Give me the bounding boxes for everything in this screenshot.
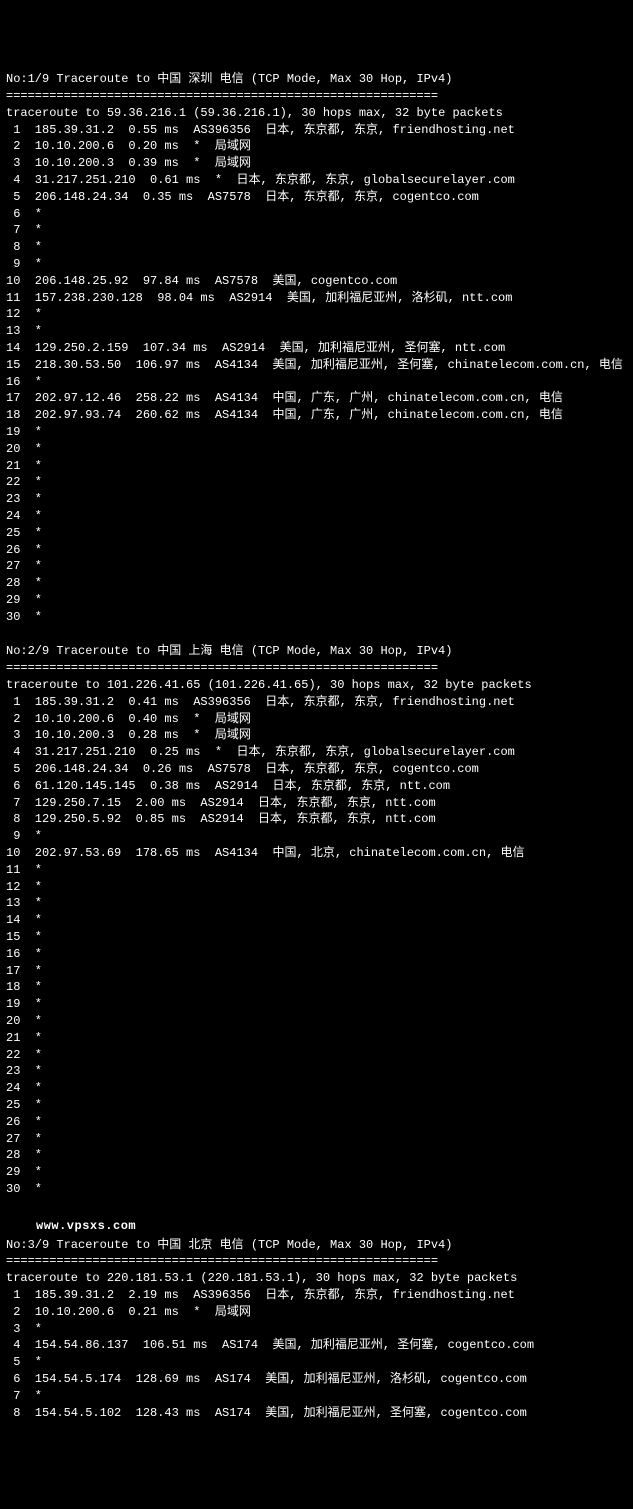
traceroute-hop: 7 * <box>6 1388 627 1405</box>
traceroute-hop: 21 * <box>6 458 627 475</box>
traceroute-hop: 14 129.250.2.159 107.34 ms AS2914 美国, 加利… <box>6 340 627 357</box>
traceroute-hop: 12 * <box>6 306 627 323</box>
traceroute-hop: 8 154.54.5.102 128.43 ms AS174 美国, 加利福尼亚… <box>6 1405 627 1422</box>
watermark: www.vpsxs.com <box>36 1218 627 1235</box>
traceroute-hop: 18 * <box>6 979 627 996</box>
traceroute-divider: ========================================… <box>6 1253 627 1270</box>
traceroute-hop: 6 * <box>6 206 627 223</box>
traceroute-hop: 10 206.148.25.92 97.84 ms AS7578 美国, cog… <box>6 273 627 290</box>
traceroute-hop: 21 * <box>6 1030 627 1047</box>
traceroute-hop: 1 185.39.31.2 0.41 ms AS396356 日本, 东京都, … <box>6 694 627 711</box>
traceroute-hop: 26 * <box>6 1114 627 1131</box>
traceroute-hop: 20 * <box>6 441 627 458</box>
traceroute-hop: 8 129.250.5.92 0.85 ms AS2914 日本, 东京都, 东… <box>6 811 627 828</box>
traceroute-hop: 16 * <box>6 374 627 391</box>
traceroute-hop: 29 * <box>6 592 627 609</box>
traceroute-hop: 24 * <box>6 508 627 525</box>
traceroute-hop: 4 31.217.251.210 0.61 ms * 日本, 东京都, 东京, … <box>6 172 627 189</box>
traceroute-hop: 6 154.54.5.174 128.69 ms AS174 美国, 加利福尼亚… <box>6 1371 627 1388</box>
traceroute-hop: 8 * <box>6 239 627 256</box>
traceroute-hop: 22 * <box>6 1047 627 1064</box>
traceroute-hop: 9 * <box>6 828 627 845</box>
traceroute-header: No:1/9 Traceroute to 中国 深圳 电信 (TCP Mode,… <box>6 71 627 88</box>
traceroute-hop: 3 10.10.200.3 0.28 ms * 局域网 <box>6 727 627 744</box>
traceroute-hop: 2 10.10.200.6 0.21 ms * 局域网 <box>6 1304 627 1321</box>
traceroute-hop: 13 * <box>6 895 627 912</box>
traceroute-subheader: traceroute to 59.36.216.1 (59.36.216.1),… <box>6 105 627 122</box>
traceroute-header: No:3/9 Traceroute to 中国 北京 电信 (TCP Mode,… <box>6 1237 627 1254</box>
traceroute-subheader: traceroute to 220.181.53.1 (220.181.53.1… <box>6 1270 627 1287</box>
traceroute-hop: 5 * <box>6 1354 627 1371</box>
traceroute-hop: 28 * <box>6 575 627 592</box>
traceroute-hop: 26 * <box>6 542 627 559</box>
block-spacer <box>6 1198 627 1216</box>
traceroute-hop: 18 202.97.93.74 260.62 ms AS4134 中国, 广东,… <box>6 407 627 424</box>
traceroute-hop: 1 185.39.31.2 2.19 ms AS396356 日本, 东京都, … <box>6 1287 627 1304</box>
traceroute-hop: 25 * <box>6 525 627 542</box>
traceroute-divider: ========================================… <box>6 660 627 677</box>
traceroute-hop: 20 * <box>6 1013 627 1030</box>
traceroute-hop: 23 * <box>6 1063 627 1080</box>
traceroute-hop: 3 10.10.200.3 0.39 ms * 局域网 <box>6 155 627 172</box>
traceroute-hop: 7 129.250.7.15 2.00 ms AS2914 日本, 东京都, 东… <box>6 795 627 812</box>
traceroute-hop: 7 * <box>6 222 627 239</box>
traceroute-hop: 12 * <box>6 879 627 896</box>
traceroute-hop: 28 * <box>6 1147 627 1164</box>
traceroute-subheader: traceroute to 101.226.41.65 (101.226.41.… <box>6 677 627 694</box>
traceroute-hop: 10 202.97.53.69 178.65 ms AS4134 中国, 北京,… <box>6 845 627 862</box>
traceroute-divider: ========================================… <box>6 88 627 105</box>
traceroute-hop: 16 * <box>6 946 627 963</box>
traceroute-header: No:2/9 Traceroute to 中国 上海 电信 (TCP Mode,… <box>6 643 627 660</box>
traceroute-hop: 17 202.97.12.46 258.22 ms AS4134 中国, 广东,… <box>6 390 627 407</box>
traceroute-hop: 1 185.39.31.2 0.55 ms AS396356 日本, 东京都, … <box>6 122 627 139</box>
traceroute-hop: 19 * <box>6 424 627 441</box>
traceroute-hop: 17 * <box>6 963 627 980</box>
traceroute-hop: 29 * <box>6 1164 627 1181</box>
traceroute-hop: 11 * <box>6 862 627 879</box>
traceroute-hop: 30 * <box>6 609 627 626</box>
traceroute-hop: 5 206.148.24.34 0.26 ms AS7578 日本, 东京都, … <box>6 761 627 778</box>
traceroute-hop: 27 * <box>6 558 627 575</box>
traceroute-hop: 19 * <box>6 996 627 1013</box>
traceroute-hop: 2 10.10.200.6 0.20 ms * 局域网 <box>6 138 627 155</box>
traceroute-hop: 25 * <box>6 1097 627 1114</box>
traceroute-hop: 6 61.120.145.145 0.38 ms AS2914 日本, 东京都,… <box>6 778 627 795</box>
block-spacer <box>6 625 627 643</box>
traceroute-hop: 9 * <box>6 256 627 273</box>
traceroute-hop: 23 * <box>6 491 627 508</box>
traceroute-hop: 15 218.30.53.50 106.97 ms AS4134 美国, 加利福… <box>6 357 627 374</box>
traceroute-hop: 27 * <box>6 1131 627 1148</box>
traceroute-hop: 30 * <box>6 1181 627 1198</box>
traceroute-hop: 13 * <box>6 323 627 340</box>
traceroute-hop: 4 154.54.86.137 106.51 ms AS174 美国, 加利福尼… <box>6 1337 627 1354</box>
traceroute-hop: 4 31.217.251.210 0.25 ms * 日本, 东京都, 东京, … <box>6 744 627 761</box>
traceroute-hop: 24 * <box>6 1080 627 1097</box>
traceroute-hop: 15 * <box>6 929 627 946</box>
traceroute-hop: 3 * <box>6 1321 627 1338</box>
traceroute-hop: 14 * <box>6 912 627 929</box>
traceroute-hop: 2 10.10.200.6 0.40 ms * 局域网 <box>6 711 627 728</box>
traceroute-hop: 5 206.148.24.34 0.35 ms AS7578 日本, 东京都, … <box>6 189 627 206</box>
terminal-output: No:1/9 Traceroute to 中国 深圳 电信 (TCP Mode,… <box>6 71 627 1421</box>
traceroute-hop: 22 * <box>6 474 627 491</box>
traceroute-hop: 11 157.238.230.128 98.04 ms AS2914 美国, 加… <box>6 290 627 307</box>
